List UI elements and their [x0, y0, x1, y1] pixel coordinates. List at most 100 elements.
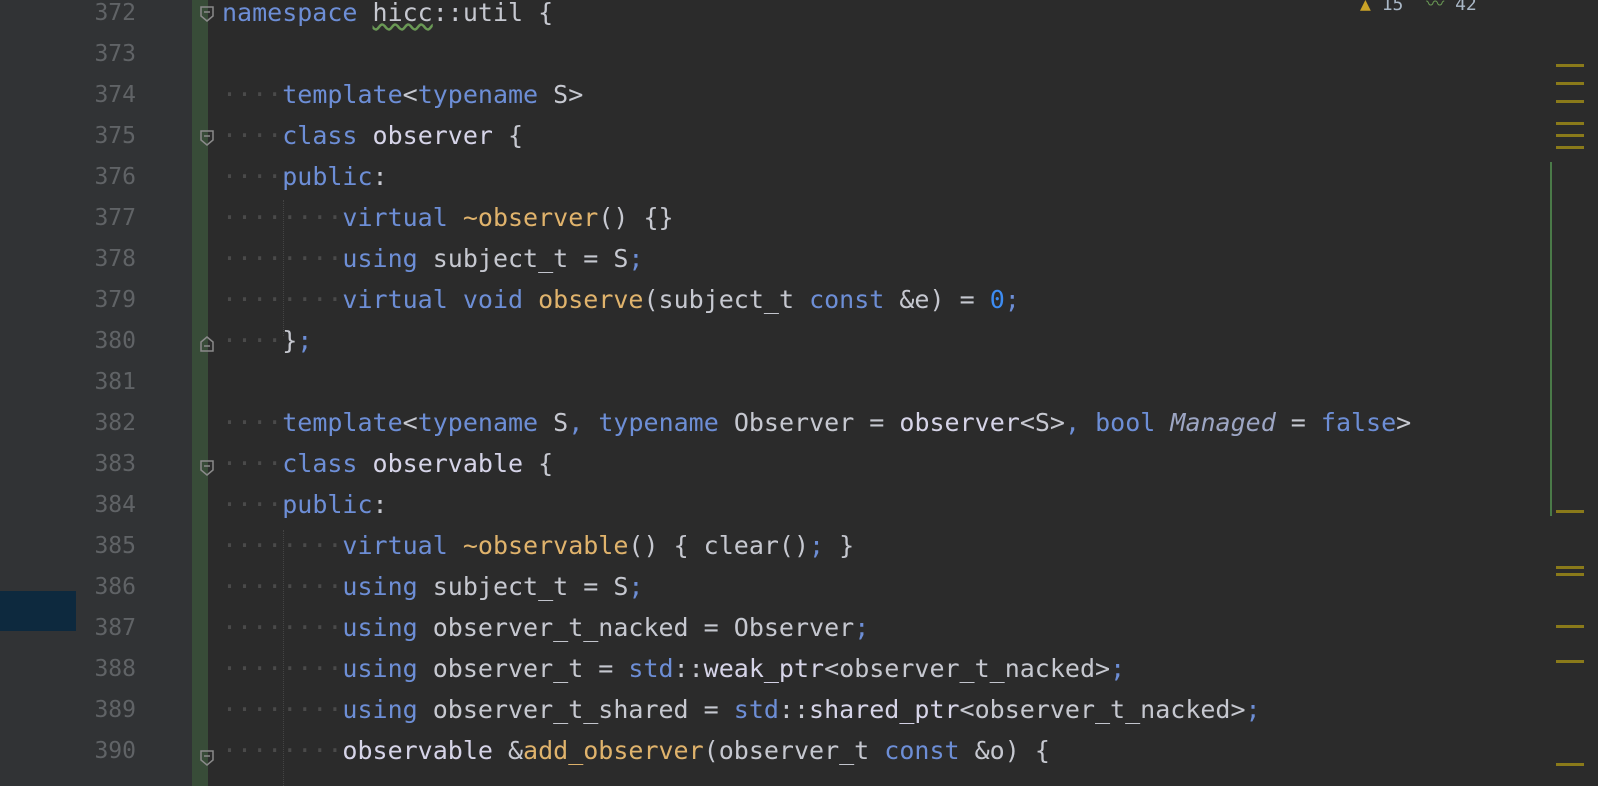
warning-stripe-mark[interactable]	[1556, 64, 1584, 67]
token: >	[1396, 408, 1412, 437]
token: () { clear()	[628, 531, 810, 560]
warning-stripe-mark[interactable]	[1556, 146, 1584, 149]
token: <	[402, 80, 418, 109]
token: &e) =	[884, 285, 990, 314]
fold-collapse-icon[interactable]	[200, 130, 214, 146]
token: using	[342, 695, 418, 724]
line-number: 382	[94, 410, 136, 436]
token: observable	[372, 449, 524, 478]
token: }	[282, 326, 298, 355]
warning-stripe-mark[interactable]	[1556, 82, 1584, 85]
warning-icon: ▲	[1360, 0, 1371, 15]
token: (subject_t	[643, 285, 810, 314]
line-number: 372	[94, 0, 136, 26]
token: template	[282, 80, 403, 109]
code-line: ········using observer_t = std::weak_ptr…	[222, 654, 1126, 683]
line-number: 377	[94, 205, 136, 231]
code-line: ····class observer {	[222, 121, 524, 150]
inspection-status[interactable]: ▲ 15 〰 42	[1360, 0, 1477, 16]
code-line: ····template<typename S>	[222, 80, 584, 109]
line-number: 383	[94, 451, 136, 477]
token: <S>	[1019, 408, 1065, 437]
code-line: namespace hicc::util {	[222, 0, 553, 34]
code-line: ········using observer_t_nacked = Observ…	[222, 613, 870, 642]
token: {	[492, 121, 524, 150]
code-line: ····};	[222, 326, 313, 355]
warning-stripe-mark[interactable]	[1556, 573, 1584, 576]
token: using	[342, 654, 418, 683]
token: ;	[854, 613, 870, 642]
vcs-change-marker[interactable]	[192, 0, 208, 786]
line-number: 384	[94, 492, 136, 518]
warning-stripe-mark[interactable]	[1556, 763, 1584, 766]
token: ;	[628, 572, 644, 601]
token: <	[402, 408, 418, 437]
token: namespace	[222, 0, 358, 27]
line-number: 388	[94, 656, 136, 682]
token: observable	[342, 736, 493, 765]
fold-end-icon[interactable]	[200, 336, 214, 352]
token: class	[282, 449, 358, 478]
token: :	[372, 162, 388, 191]
token: =	[1275, 408, 1321, 437]
line-number: 385	[94, 533, 136, 559]
token: util	[462, 0, 524, 27]
warning-stripe-mark[interactable]	[1556, 660, 1584, 663]
code-line: ········using subject_t = S;	[222, 572, 644, 601]
token: std	[628, 654, 674, 683]
token: subject_t = S	[417, 572, 629, 601]
code-line: ········virtual void observe(subject_t c…	[222, 285, 1020, 314]
line-number: 375	[94, 123, 136, 149]
vcs-change-stripe[interactable]	[1550, 162, 1552, 516]
weak-warning-icon: 〰	[1426, 0, 1445, 15]
token: () {}	[598, 203, 674, 232]
code-line: ········virtual ~observable() { clear();…	[222, 531, 855, 560]
token: ::	[778, 695, 810, 724]
token: std	[733, 695, 779, 724]
token: hicc	[372, 0, 433, 27]
warning-stripe-mark[interactable]	[1556, 134, 1584, 137]
token: ::	[432, 0, 463, 27]
warning-stripe-mark[interactable]	[1556, 625, 1584, 628]
line-number: 380	[94, 328, 136, 354]
token: observer_t_nacked = Observer	[417, 613, 855, 642]
warning-stripe-mark[interactable]	[1556, 100, 1584, 103]
fold-collapse-icon[interactable]	[200, 750, 214, 766]
line-number: 381	[94, 369, 136, 395]
token: bool	[1095, 408, 1156, 437]
code-line: ········using subject_t = S;	[222, 244, 644, 273]
warning-stripe-mark[interactable]	[1556, 510, 1584, 513]
token: template	[282, 408, 403, 437]
token: Observer =	[718, 408, 900, 437]
token: const	[884, 736, 960, 765]
warning-count: 15	[1381, 0, 1404, 15]
warning-stripe-mark[interactable]	[1556, 566, 1584, 569]
weak-warning-count: 42	[1455, 0, 1477, 15]
token: ;	[809, 531, 825, 560]
token: virtual	[342, 203, 448, 232]
token: using	[342, 244, 418, 273]
token: ;	[1110, 654, 1126, 683]
token: using	[342, 613, 418, 642]
code-line: ····public:	[222, 490, 388, 519]
line-number: 387	[94, 615, 136, 641]
fold-collapse-icon[interactable]	[200, 460, 214, 476]
token: ,	[1064, 408, 1081, 437]
token: {	[523, 0, 554, 27]
token: observe	[538, 285, 644, 314]
project-panel-selection[interactable]	[0, 591, 76, 631]
project-panel-edge	[0, 0, 76, 786]
token: :	[372, 490, 388, 519]
fold-collapse-icon[interactable]	[200, 6, 214, 22]
token: ::	[673, 654, 704, 683]
token: observer	[899, 408, 1020, 437]
token: (observer_t	[703, 736, 885, 765]
warning-stripe-mark[interactable]	[1556, 122, 1584, 125]
error-stripe[interactable]	[1530, 0, 1598, 786]
